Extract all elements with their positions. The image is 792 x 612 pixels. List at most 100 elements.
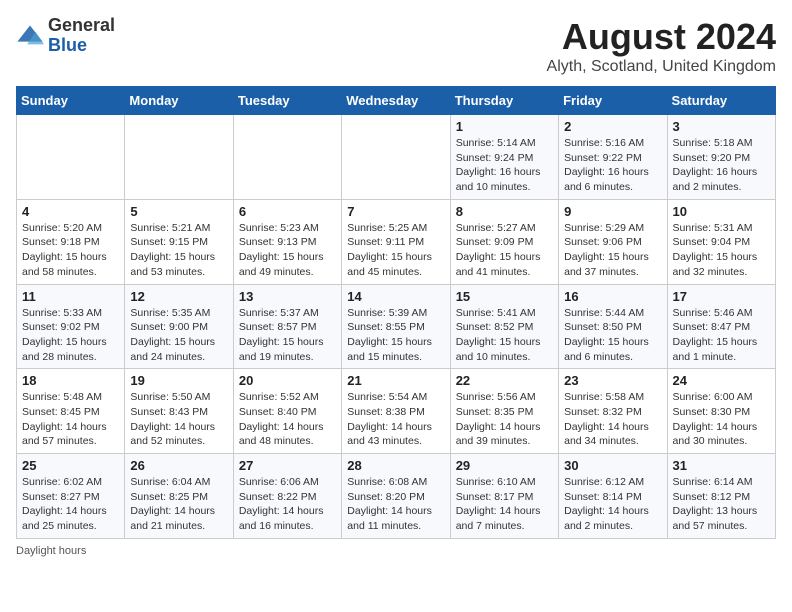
day-info: Sunrise: 5:16 AMSunset: 9:22 PMDaylight:… [564, 136, 661, 195]
calendar-cell: 12 Sunrise: 5:35 AMSunset: 9:00 PMDayligh… [125, 284, 233, 369]
day-number: 6 [239, 204, 336, 219]
week-row-3: 11Sunrise: 5:33 AMSunset: 9:02 PMDayligh… [17, 284, 776, 369]
calendar-header: SundayMondayTuesdayWednesdayThursdayFrid… [17, 87, 776, 115]
week-row-5: 25 Sunrise: 6:02 AMSunset: 8:27 PMDayligh… [17, 454, 776, 539]
logo-icon [16, 22, 44, 50]
calendar-cell: 7 Sunrise: 5:25 AMSunset: 9:11 PMDaylight… [342, 199, 450, 284]
day-number: 30 [564, 458, 661, 473]
calendar-cell: 27Sunrise: 6:06 AMSunset: 8:22 PMDayligh… [233, 454, 341, 539]
day-info: Sunrise: 5:48 AMSunset: 8:45 PMDaylight:… [22, 390, 119, 449]
calendar-cell: 15Sunrise: 5:41 AMSunset: 8:52 PMDayligh… [450, 284, 558, 369]
day-number: 1 [456, 119, 553, 134]
logo-text: General Blue [48, 16, 115, 56]
day-info: Sunrise: 5:44 AMSunset: 8:50 PMDaylight:… [564, 306, 661, 365]
calendar-cell: 29 Sunrise: 6:10 AMSunset: 8:17 PMDayligh… [450, 454, 558, 539]
title-block: August 2024 Alyth, Scotland, United King… [547, 16, 776, 76]
day-number: 20 [239, 373, 336, 388]
day-number: 19 [130, 373, 227, 388]
day-info: Sunrise: 5:46 AMSunset: 8:47 PMDaylight:… [673, 306, 770, 365]
day-info: Sunrise: 6:14 AMSunset: 8:12 PMDaylight:… [673, 475, 770, 534]
day-info: Sunrise: 5:18 AMSunset: 9:20 PMDaylight:… [673, 136, 770, 195]
logo-general: General [48, 15, 115, 35]
calendar-cell: 10Sunrise: 5:31 AMSunset: 9:04 PMDayligh… [667, 199, 775, 284]
header-wednesday: Wednesday [342, 87, 450, 115]
calendar-cell: 3 Sunrise: 5:18 AMSunset: 9:20 PMDaylight… [667, 115, 775, 200]
day-info: Sunrise: 5:50 AMSunset: 8:43 PMDaylight:… [130, 390, 227, 449]
logo-blue: Blue [48, 35, 87, 55]
week-row-4: 18Sunrise: 5:48 AMSunset: 8:45 PMDayligh… [17, 369, 776, 454]
day-info: Sunrise: 5:52 AMSunset: 8:40 PMDaylight:… [239, 390, 336, 449]
calendar-cell [342, 115, 450, 200]
header-friday: Friday [559, 87, 667, 115]
logo: General Blue [16, 16, 115, 56]
day-number: 5 [130, 204, 227, 219]
calendar-cell: 14 Sunrise: 5:39 AMSunset: 8:55 PMDayligh… [342, 284, 450, 369]
calendar-cell: 20 Sunrise: 5:52 AMSunset: 8:40 PMDayligh… [233, 369, 341, 454]
day-number: 16 [564, 289, 661, 304]
day-number: 15 [456, 289, 553, 304]
day-info: Sunrise: 6:00 AMSunset: 8:30 PMDaylight:… [673, 390, 770, 449]
day-info: Sunrise: 5:54 AMSunset: 8:38 PMDaylight:… [347, 390, 444, 449]
header-monday: Monday [125, 87, 233, 115]
page-subtitle: Alyth, Scotland, United Kingdom [547, 58, 776, 76]
calendar-cell: 28Sunrise: 6:08 AMSunset: 8:20 PMDayligh… [342, 454, 450, 539]
page-header: General Blue August 2024 Alyth, Scotland… [16, 16, 776, 76]
day-info: Sunrise: 5:27 AMSunset: 9:09 PMDaylight:… [456, 221, 553, 280]
header-tuesday: Tuesday [233, 87, 341, 115]
day-info: Sunrise: 5:20 AMSunset: 9:18 PMDaylight:… [22, 221, 119, 280]
calendar-cell: 25 Sunrise: 6:02 AMSunset: 8:27 PMDayligh… [17, 454, 125, 539]
calendar-cell: 13 Sunrise: 5:37 AMSunset: 8:57 PMDayligh… [233, 284, 341, 369]
calendar-cell: 18Sunrise: 5:48 AMSunset: 8:45 PMDayligh… [17, 369, 125, 454]
day-number: 3 [673, 119, 770, 134]
day-info: Sunrise: 5:39 AMSunset: 8:55 PMDaylight:… [347, 306, 444, 365]
calendar-cell: 24 Sunrise: 6:00 AMSunset: 8:30 PMDayligh… [667, 369, 775, 454]
calendar-cell: 26 Sunrise: 6:04 AMSunset: 8:25 PMDayligh… [125, 454, 233, 539]
day-info: Sunrise: 5:25 AMSunset: 9:11 PMDaylight:… [347, 221, 444, 280]
day-number: 29 [456, 458, 553, 473]
day-number: 7 [347, 204, 444, 219]
calendar-cell: 11Sunrise: 5:33 AMSunset: 9:02 PMDayligh… [17, 284, 125, 369]
day-number: 13 [239, 289, 336, 304]
day-number: 9 [564, 204, 661, 219]
day-number: 14 [347, 289, 444, 304]
calendar-cell: 16 Sunrise: 5:44 AMSunset: 8:50 PMDayligh… [559, 284, 667, 369]
calendar-cell: 19 Sunrise: 5:50 AMSunset: 8:43 PMDayligh… [125, 369, 233, 454]
day-info: Sunrise: 5:23 AMSunset: 9:13 PMDaylight:… [239, 221, 336, 280]
calendar-cell: 30Sunrise: 6:12 AMSunset: 8:14 PMDayligh… [559, 454, 667, 539]
day-number: 26 [130, 458, 227, 473]
calendar-cell: 22Sunrise: 5:56 AMSunset: 8:35 PMDayligh… [450, 369, 558, 454]
day-number: 24 [673, 373, 770, 388]
day-info: Sunrise: 6:02 AMSunset: 8:27 PMDaylight:… [22, 475, 119, 534]
day-info: Sunrise: 6:08 AMSunset: 8:20 PMDaylight:… [347, 475, 444, 534]
day-number: 4 [22, 204, 119, 219]
calendar-cell: 2 Sunrise: 5:16 AMSunset: 9:22 PMDaylight… [559, 115, 667, 200]
calendar-cell: 4 Sunrise: 5:20 AMSunset: 9:18 PMDaylight… [17, 199, 125, 284]
week-row-1: 1 Sunrise: 5:14 AMSunset: 9:24 PMDaylight… [17, 115, 776, 200]
day-info: Sunrise: 5:14 AMSunset: 9:24 PMDaylight:… [456, 136, 553, 195]
day-number: 10 [673, 204, 770, 219]
day-info: Sunrise: 5:37 AMSunset: 8:57 PMDaylight:… [239, 306, 336, 365]
calendar-cell: 17Sunrise: 5:46 AMSunset: 8:47 PMDayligh… [667, 284, 775, 369]
day-info: Sunrise: 5:29 AMSunset: 9:06 PMDaylight:… [564, 221, 661, 280]
calendar-cell: 21Sunrise: 5:54 AMSunset: 8:38 PMDayligh… [342, 369, 450, 454]
calendar-cell: 23Sunrise: 5:58 AMSunset: 8:32 PMDayligh… [559, 369, 667, 454]
calendar-cell [233, 115, 341, 200]
day-info: Sunrise: 6:04 AMSunset: 8:25 PMDaylight:… [130, 475, 227, 534]
day-info: Sunrise: 6:10 AMSunset: 8:17 PMDaylight:… [456, 475, 553, 534]
day-info: Sunrise: 5:35 AMSunset: 9:00 PMDaylight:… [130, 306, 227, 365]
header-saturday: Saturday [667, 87, 775, 115]
calendar-body: 1 Sunrise: 5:14 AMSunset: 9:24 PMDaylight… [17, 115, 776, 539]
calendar-cell: 5Sunrise: 5:21 AMSunset: 9:15 PMDaylight… [125, 199, 233, 284]
day-number: 2 [564, 119, 661, 134]
header-sunday: Sunday [17, 87, 125, 115]
day-info: Sunrise: 5:33 AMSunset: 9:02 PMDaylight:… [22, 306, 119, 365]
day-number: 12 [130, 289, 227, 304]
day-info: Sunrise: 6:06 AMSunset: 8:22 PMDaylight:… [239, 475, 336, 534]
footer-note: Daylight hours [16, 545, 776, 557]
day-number: 25 [22, 458, 119, 473]
header-thursday: Thursday [450, 87, 558, 115]
day-info: Sunrise: 5:56 AMSunset: 8:35 PMDaylight:… [456, 390, 553, 449]
calendar-cell: 9 Sunrise: 5:29 AMSunset: 9:06 PMDaylight… [559, 199, 667, 284]
calendar-cell: 31Sunrise: 6:14 AMSunset: 8:12 PMDayligh… [667, 454, 775, 539]
calendar-cell: 8Sunrise: 5:27 AMSunset: 9:09 PMDaylight… [450, 199, 558, 284]
